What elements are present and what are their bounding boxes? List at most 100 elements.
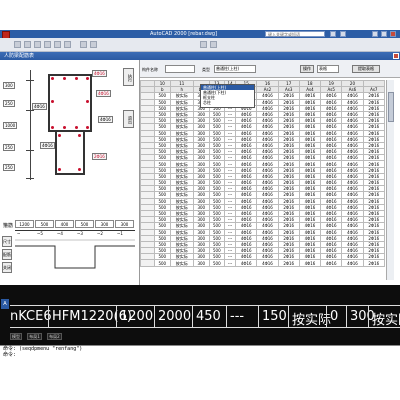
- redo-icon[interactable]: [64, 41, 71, 48]
- rebar-label[interactable]: 4Φ16: [92, 70, 107, 77]
- command-input[interactable]: [0, 358, 400, 364]
- y-dimension-label[interactable]: 250: [3, 144, 15, 151]
- cad-table-text[interactable]: 450: [196, 309, 221, 324]
- rebar-label[interactable]: 4Φ16: [32, 103, 47, 110]
- dimension-cell[interactable]: 300: [95, 220, 114, 228]
- table-cell[interactable]: 按实际: [169, 259, 194, 267]
- table-row[interactable]: 500按实际300500---4Φ164Φ162Φ164Φ164Φ164Φ162…: [140, 191, 386, 199]
- tool-icon[interactable]: [80, 41, 87, 48]
- table-row[interactable]: 500按实际300500---4Φ164Φ162Φ164Φ164Φ164Φ162…: [140, 178, 386, 187]
- table-row[interactable]: 500按实际300500---4Φ164Φ162Φ164Φ164Φ164Φ162…: [140, 209, 386, 218]
- vertical-scrollbar[interactable]: [386, 80, 394, 280]
- execute-button[interactable]: 执行: [123, 68, 134, 86]
- table-row[interactable]: 500按实际300500---4Φ164Φ162Φ164Φ164Φ164Φ162…: [140, 92, 386, 100]
- format-select[interactable]: 表格: [317, 65, 339, 73]
- new-icon[interactable]: [14, 41, 21, 48]
- minimize-button[interactable]: [372, 31, 378, 37]
- table-row[interactable]: 500按实际300500---4Φ164Φ162Φ164Φ164Φ164Φ162…: [140, 98, 386, 106]
- table-row[interactable]: 500按实际300500---4Φ164Φ162Φ164Φ164Φ164Φ162…: [140, 135, 386, 143]
- cad-table-text[interactable]: 2000: [158, 309, 191, 324]
- table-row[interactable]: 500按实际300500---4Φ164Φ162Φ164Φ164Φ164Φ162…: [140, 240, 386, 249]
- table-row[interactable]: 500按实际300500---4Φ164Φ162Φ164Φ164Φ164Φ162…: [140, 203, 386, 211]
- y-dimension-label[interactable]: 250: [3, 164, 15, 171]
- cad-table-text[interactable]: 150: [262, 309, 287, 324]
- search-icon[interactable]: [330, 31, 336, 37]
- save-icon[interactable]: [34, 41, 41, 48]
- rebar-label[interactable]: 2Φ16: [92, 153, 107, 160]
- table-row[interactable]: 500按实际300500---4Φ164Φ162Φ164Φ164Φ164Φ162…: [140, 228, 386, 236]
- table-row[interactable]: 500按实际300500---4Φ164Φ162Φ164Φ164Φ164Φ162…: [140, 141, 386, 150]
- table-cell[interactable]: ---: [224, 259, 237, 267]
- tab-model[interactable]: 模型: [10, 333, 22, 340]
- table-row[interactable]: 500按实际300500---4Φ164Φ162Φ164Φ164Φ164Φ162…: [140, 216, 386, 224]
- cad-table-text[interactable]: 0: [330, 309, 338, 324]
- table-row[interactable]: 500按实际300500---4Φ164Φ162Φ164Φ164Φ164Φ162…: [140, 197, 386, 205]
- tab-layout1[interactable]: 布局1: [27, 333, 42, 340]
- table-row[interactable]: 500按实际300500---4Φ164Φ162Φ164Φ164Φ164Φ162…: [140, 160, 386, 168]
- table-row[interactable]: 500按实际300500---4Φ164Φ162Φ164Φ164Φ164Φ162…: [140, 185, 386, 193]
- cad-table-text[interactable]: 1200: [120, 309, 153, 324]
- table-row[interactable]: 500按实际300500---4Φ164Φ162Φ164Φ164Φ164Φ162…: [140, 253, 386, 261]
- print-icon[interactable]: [44, 41, 51, 48]
- close-panel-button[interactable]: 关闭: [2, 262, 12, 273]
- type-dropdown-list[interactable]: 普通柱(上柱) 普通柱(下柱) 框支柱 芯柱: [200, 84, 255, 108]
- table-cell[interactable]: 500: [208, 259, 226, 267]
- exit-button[interactable]: 退出: [123, 110, 134, 128]
- table-cell[interactable]: 2Φ16: [362, 259, 386, 267]
- cad-table-text[interactable]: ---: [230, 309, 244, 324]
- y-dimension-label[interactable]: 250: [3, 100, 15, 107]
- row-header[interactable]: [140, 259, 155, 267]
- scrollbar-thumb[interactable]: [388, 92, 394, 122]
- table-cell[interactable]: 4Φ16: [341, 259, 364, 267]
- dimension-cell[interactable]: 500: [35, 220, 54, 228]
- dimension-cell[interactable]: 300: [115, 220, 134, 228]
- table-row[interactable]: 500按实际300500---4Φ164Φ162Φ164Φ164Φ164Φ162…: [140, 110, 386, 119]
- dialog-close-button[interactable]: [393, 53, 399, 59]
- search-input[interactable]: 键入关键字或短语: [265, 31, 325, 37]
- table-cell[interactable]: 300: [192, 259, 210, 267]
- maximize-button[interactable]: [381, 31, 387, 37]
- open-icon[interactable]: [24, 41, 31, 48]
- table-cell[interactable]: 4Φ16: [256, 259, 279, 267]
- table-cell[interactable]: 4Φ16: [320, 259, 343, 267]
- table-row[interactable]: 500按实际300500---4Φ164Φ162Φ164Φ164Φ164Φ162…: [140, 129, 386, 137]
- rebar-label[interactable]: 4Φ16: [40, 142, 55, 149]
- table-row[interactable]: 500按实际300500---4Φ164Φ162Φ164Φ164Φ164Φ162…: [140, 104, 386, 112]
- rebar-label[interactable]: 4Φ16: [96, 90, 111, 97]
- table-row[interactable]: 500按实际300500---4Φ164Φ162Φ164Φ164Φ164Φ162…: [140, 259, 386, 267]
- undo-icon[interactable]: [54, 41, 61, 48]
- layer-icon[interactable]: [200, 41, 207, 48]
- table-row[interactable]: 500按实际300500---4Φ164Φ162Φ164Φ164Φ164Φ162…: [140, 148, 386, 156]
- close-button[interactable]: [390, 31, 396, 37]
- y-dimension-label[interactable]: 1000: [3, 122, 18, 129]
- table-cell[interactable]: 4Φ16: [298, 259, 322, 267]
- cad-table-text[interactable]: 按实际: [372, 309, 400, 328]
- type-select[interactable]: 普通柱(上柱): [214, 65, 256, 73]
- cad-drawing-area[interactable]: A nKCE6 HFM1220(6) 1200 2000 450 --- 150 按实际 0 30…: [0, 285, 400, 345]
- table-row[interactable]: 500按实际300500---4Φ164Φ162Φ164Φ164Φ164Φ162…: [140, 154, 386, 162]
- help-icon[interactable]: [340, 31, 346, 37]
- table-row[interactable]: 500按实际300500---4Φ164Φ162Φ164Φ164Φ164Φ162…: [140, 234, 386, 242]
- dropdown-option[interactable]: 芯柱: [201, 100, 254, 105]
- tool-icon[interactable]: [90, 41, 97, 48]
- size-button[interactable]: 尺寸: [2, 236, 12, 247]
- table-row[interactable]: 500按实际300500---4Φ164Φ162Φ164Φ164Φ164Φ162…: [140, 117, 386, 125]
- table-cell[interactable]: 500: [154, 259, 171, 267]
- y-dimension-label[interactable]: 300: [3, 82, 15, 89]
- layer-icon[interactable]: [210, 41, 217, 48]
- table-row[interactable]: 500按实际300500---4Φ164Φ162Φ164Φ164Φ164Φ162…: [140, 172, 386, 181]
- operation-button[interactable]: 操作: [300, 65, 314, 73]
- table-row[interactable]: 500按实际300500---4Φ164Φ162Φ164Φ164Φ164Φ162…: [140, 222, 386, 230]
- tab-layout2[interactable]: 布局2: [47, 333, 62, 340]
- extract-table-button[interactable]: 提取表格: [352, 65, 380, 73]
- dimension-cell[interactable]: 1200: [15, 220, 34, 228]
- dimension-cell[interactable]: 500: [75, 220, 94, 228]
- table-cell[interactable]: 4Φ16: [235, 259, 258, 267]
- table-row[interactable]: 500按实际300500---4Φ164Φ162Φ164Φ164Φ164Φ162…: [140, 166, 386, 174]
- table-row[interactable]: 500按实际300500---4Φ164Φ162Φ164Φ164Φ164Φ162…: [140, 247, 386, 255]
- rebar-label[interactable]: 4Φ16: [98, 116, 113, 123]
- cad-table-text[interactable]: nKCE6: [10, 309, 52, 324]
- command-line[interactable]: 命令: (seqdpmenu "renfang") 命令:: [0, 345, 400, 385]
- dimension-cell[interactable]: 400: [55, 220, 74, 228]
- table-row[interactable]: 500按实际300500---4Φ164Φ162Φ164Φ164Φ164Φ162…: [140, 123, 386, 131]
